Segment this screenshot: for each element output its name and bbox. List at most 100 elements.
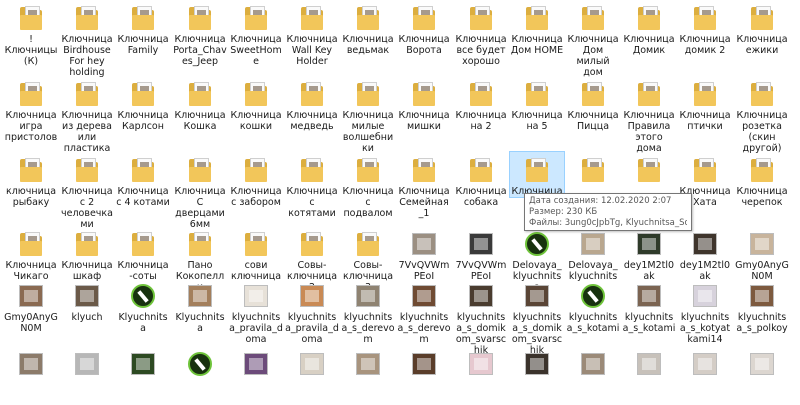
file-item[interactable]: klyuchnitsa_s_polkoy xyxy=(735,278,789,334)
folder-item[interactable]: Ключница игра пристолов xyxy=(4,76,58,143)
file-item[interactable]: dey1M2tl0ak xyxy=(622,226,676,282)
folder-item[interactable]: Ключница Дом милый дом xyxy=(566,0,620,78)
file-item[interactable] xyxy=(173,346,227,380)
folder-item[interactable]: Ключница -соты xyxy=(116,226,170,282)
folder-item[interactable]: Ключница Family xyxy=(116,0,170,56)
folder-item[interactable]: Ключница ежики xyxy=(735,0,789,56)
folder-item[interactable]: !Ключницы (К) xyxy=(4,0,58,67)
file-item[interactable]: klyuchnitsa_s_derevom xyxy=(397,278,451,345)
folder-item[interactable]: Ключница черепок xyxy=(735,152,789,208)
folder-item[interactable]: Ключница все будет хорошо xyxy=(454,0,508,67)
file-item[interactable]: klyuch xyxy=(60,278,114,323)
file-item[interactable]: klyuchnitsa_s_domikom_svarschik xyxy=(454,278,508,356)
folder-icon xyxy=(129,4,157,32)
folder-item[interactable]: Ключница с подвалом xyxy=(341,152,395,219)
folder-item[interactable]: сови ключница xyxy=(229,226,283,282)
folder-item[interactable]: Ключница Карлсон xyxy=(116,76,170,132)
folder-item[interactable]: Ключница на 2 xyxy=(454,76,508,132)
file-item[interactable]: dey1M2tl0ak xyxy=(678,226,732,282)
folder-item[interactable]: Ключница собака xyxy=(454,152,508,208)
image-thumbnail-icon xyxy=(523,350,551,378)
design-file-icon xyxy=(129,282,157,310)
file-item[interactable]: Klyuchnitsa xyxy=(116,278,170,334)
image-thumbnail-icon xyxy=(17,282,45,310)
file-item[interactable] xyxy=(116,346,170,380)
image-thumbnail-icon xyxy=(354,350,382,378)
image-thumbnail-icon xyxy=(467,282,495,310)
file-item[interactable] xyxy=(60,346,114,380)
file-item[interactable]: 7VvQVWmPEoI xyxy=(397,226,451,282)
file-item[interactable] xyxy=(678,346,732,380)
folder-item[interactable]: Ключница кошки xyxy=(229,76,283,132)
folder-item[interactable]: Ключница Семейная_1 xyxy=(397,152,451,219)
file-item[interactable] xyxy=(397,346,451,380)
folder-item[interactable]: Ключница розетка (скин другой) xyxy=(735,76,789,154)
file-item[interactable]: Klyuchnitsa xyxy=(173,278,227,334)
file-item[interactable]: Gmy0AnyGN0M xyxy=(4,278,58,334)
file-item[interactable]: klyuchnitsa_pravila_doma xyxy=(229,278,283,345)
folder-item[interactable]: Ключница Ворота xyxy=(397,0,451,56)
folder-icon xyxy=(242,156,270,184)
image-thumbnail-icon xyxy=(73,282,101,310)
folder-item[interactable]: Ключница Дом HOME xyxy=(510,0,564,56)
image-thumbnail-icon xyxy=(298,350,326,378)
file-item[interactable]: Gmy0AnyGN0M xyxy=(735,226,789,282)
folder-item[interactable]: Ключница с 2 человечками xyxy=(60,152,114,230)
folder-icon xyxy=(748,4,776,32)
folder-item[interactable]: Ключница милые волшебники xyxy=(341,76,395,154)
folder-item[interactable]: Ключница xyxy=(509,151,565,198)
folder-item[interactable]: Ключница ведьмак xyxy=(341,0,395,56)
tooltip-size: Размер: 230 КБ xyxy=(529,207,598,217)
file-item[interactable] xyxy=(510,346,564,380)
file-item[interactable]: 7VvQVWmPEoI xyxy=(454,226,508,282)
folder-item[interactable]: Ключница Birdhouse For hey holding xyxy=(60,0,114,78)
folder-icon xyxy=(129,230,157,258)
file-item[interactable]: klyuchnitsa_s_derevom xyxy=(341,278,395,345)
item-label: Klyuchnitsa xyxy=(175,312,225,334)
image-thumbnail-icon xyxy=(410,230,438,258)
folder-icon xyxy=(691,80,719,108)
file-item[interactable]: klyuchnitsa_s_domikom_svarschik xyxy=(510,278,564,356)
folder-item[interactable] xyxy=(622,152,676,186)
folder-item[interactable]: ключница рыбаку xyxy=(4,152,58,208)
file-item[interactable]: klyuchnitsa_s_kotami xyxy=(566,278,620,334)
folder-icon xyxy=(354,156,382,184)
folder-item[interactable]: Ключница Чикаго xyxy=(4,226,58,282)
folder-item[interactable]: Ключница на 5 xyxy=(510,76,564,132)
folder-item[interactable]: Ключница медведь xyxy=(285,76,339,132)
file-item[interactable] xyxy=(454,346,508,380)
file-item[interactable] xyxy=(566,346,620,380)
folder-item[interactable]: Ключница С дверцами 6мм xyxy=(173,152,227,230)
folder-icon xyxy=(354,230,382,258)
folder-item[interactable]: Ключница Wall Key Holder xyxy=(285,0,339,67)
folder-item[interactable]: Ключница из дерева или пластика xyxy=(60,76,114,154)
tooltip-files: Файлы: 3ung0cJpbTg, Klyuchnitsa_Sova xyxy=(529,218,687,228)
folder-item[interactable]: Ключница шкаф xyxy=(60,226,114,282)
image-thumbnail-icon xyxy=(354,282,382,310)
folder-item[interactable]: Ключница Пицца xyxy=(566,76,620,132)
folder-item[interactable]: Ключница птички xyxy=(678,76,732,132)
file-item[interactable] xyxy=(341,346,395,380)
file-item[interactable] xyxy=(4,346,58,380)
folder-item[interactable]: Ключница Кошка xyxy=(173,76,227,132)
file-item[interactable]: klyuchnitsa_pravila_doma xyxy=(285,278,339,345)
folder-item[interactable]: Ключница домик 2 xyxy=(678,0,732,56)
folder-item[interactable]: Ключница с забором xyxy=(229,152,283,208)
item-label: Klyuchnitsa xyxy=(118,312,168,334)
item-label: Ключница с забором xyxy=(230,186,282,208)
folder-item[interactable]: Ключница мишки xyxy=(397,76,451,132)
folder-item[interactable]: Ключница Porta_Chaves_Jeep xyxy=(173,0,227,67)
file-item[interactable]: klyuchnitsa_s_kotyatkami14 xyxy=(678,278,732,345)
file-item[interactable] xyxy=(622,346,676,380)
folder-item[interactable]: Ключница с котятами xyxy=(285,152,339,219)
folder-item[interactable]: Ключница Правила этого дома xyxy=(622,76,676,154)
folder-item[interactable] xyxy=(566,152,620,186)
folder-item[interactable]: Ключница с 4 котами xyxy=(116,152,170,208)
file-item[interactable]: klyuchnitsa_s_kotami xyxy=(622,278,676,334)
folder-icon xyxy=(242,230,270,258)
folder-item[interactable]: Ключница SweetHome xyxy=(229,0,283,67)
file-item[interactable] xyxy=(285,346,339,380)
folder-item[interactable]: Ключница Домик xyxy=(622,0,676,56)
file-item[interactable] xyxy=(735,346,789,380)
file-item[interactable] xyxy=(229,346,283,380)
